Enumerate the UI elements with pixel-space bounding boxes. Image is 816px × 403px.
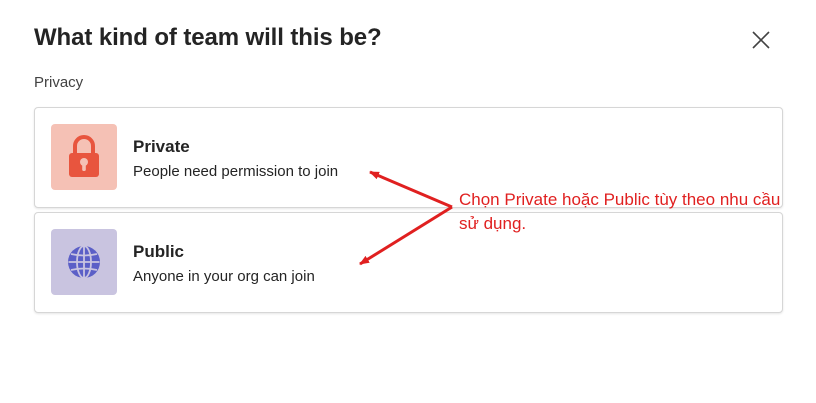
dialog-title: What kind of team will this be? — [34, 24, 382, 51]
annotation-note: Chọn Private hoặc Public tùy theo nhu cầ… — [459, 190, 781, 233]
privacy-label: Privacy — [34, 74, 84, 91]
create-team-dialog: What kind of team will this be? Privacy … — [0, 0, 816, 403]
private-icon-tile — [51, 124, 117, 190]
lock-icon — [69, 135, 99, 177]
close-button[interactable] — [748, 27, 774, 53]
public-title: Public — [133, 242, 185, 261]
public-icon-tile — [51, 229, 117, 295]
public-description: Anyone in your org can join — [133, 268, 315, 285]
globe-icon — [68, 245, 100, 279]
private-description: People need permission to join — [133, 163, 339, 180]
private-title: Private — [133, 137, 190, 156]
close-icon — [752, 31, 770, 49]
